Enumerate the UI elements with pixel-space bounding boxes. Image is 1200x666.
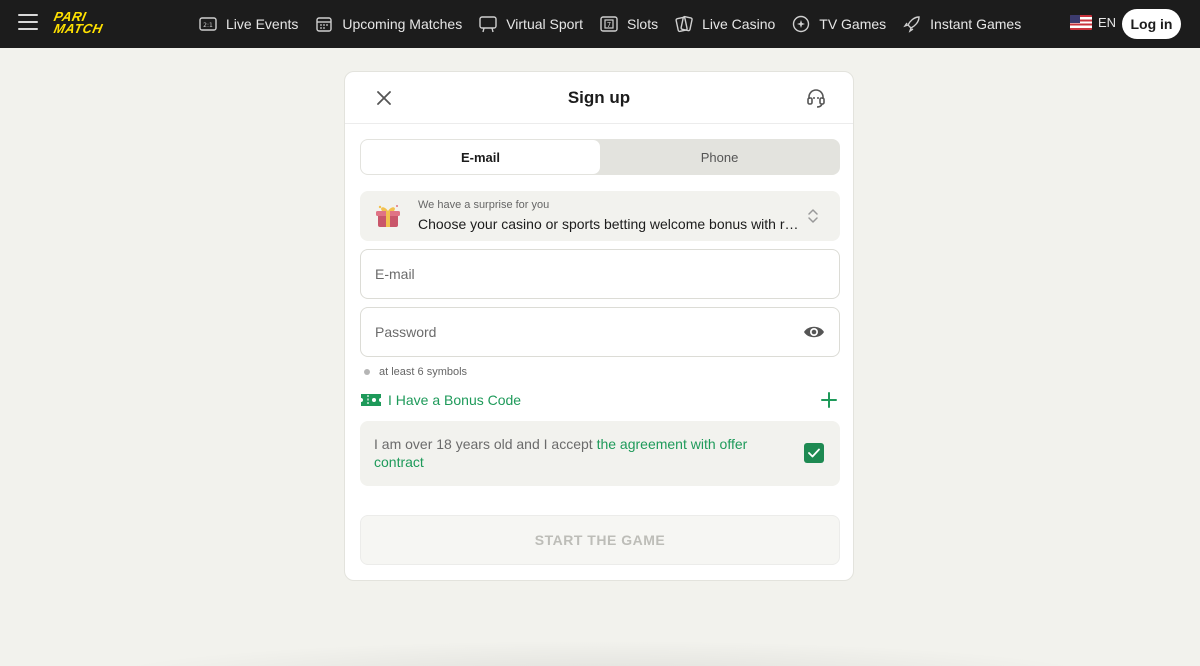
nav-virtual-sport[interactable]: Virtual Sport xyxy=(478,14,583,34)
checkmark-icon xyxy=(808,448,820,458)
modal-title: Sign up xyxy=(567,88,631,107)
gift-box-icon xyxy=(376,205,400,227)
main-nav: 2:1 Live Events Upcoming Matches Virtual… xyxy=(198,0,1037,48)
svg-text:2:1: 2:1 xyxy=(203,22,213,29)
bonus-caption: We have a surprise for you xyxy=(418,199,550,211)
top-navigation-bar: PARI MATCH 2:1 Live Events Upcoming Matc… xyxy=(0,0,1200,48)
email-input[interactable] xyxy=(361,250,781,298)
virtual-sport-icon xyxy=(479,16,497,33)
tab-email[interactable]: E-mail xyxy=(361,140,600,174)
eye-icon[interactable] xyxy=(803,323,825,341)
password-field-wrapper xyxy=(360,307,840,357)
support-headset-icon[interactable] xyxy=(805,87,827,109)
bonus-code-label: I Have a Bonus Code xyxy=(388,392,522,408)
start-game-button[interactable]: START THE GAME xyxy=(360,515,840,565)
email-field-wrapper xyxy=(360,249,840,299)
nav-live-casino[interactable]: Live Casino xyxy=(674,14,775,34)
calendar-icon xyxy=(316,17,333,32)
password-input[interactable] xyxy=(361,308,781,356)
bottom-shadow xyxy=(80,640,1120,666)
modal-header: Sign up xyxy=(345,72,853,124)
slots-icon: 7 xyxy=(600,16,618,32)
language-selector[interactable]: EN xyxy=(1070,15,1116,30)
tv-games-icon xyxy=(793,15,810,33)
svg-text:7: 7 xyxy=(607,21,611,29)
nav-live-events[interactable]: 2:1 Live Events xyxy=(198,14,298,34)
signup-method-tabs: E-mail Phone xyxy=(360,139,840,175)
agreement-text: I am over 18 years old and I accept the … xyxy=(374,436,748,470)
rocket-icon xyxy=(903,16,920,33)
bonus-description: Choose your casino or sports betting wel… xyxy=(418,216,806,232)
signup-modal: Sign up E-mail Phone We have a surprise … xyxy=(344,71,854,581)
cards-icon xyxy=(675,15,693,33)
age-agreement-box: I am over 18 years old and I accept the … xyxy=(360,421,840,486)
welcome-bonus-selector[interactable]: We have a surprise for you Choose your c… xyxy=(360,191,840,241)
ticket-icon xyxy=(361,394,381,406)
nav-instant-games[interactable]: Instant Games xyxy=(902,14,1021,34)
live-events-icon: 2:1 xyxy=(199,17,217,31)
agreement-checkbox[interactable] xyxy=(804,443,824,463)
nav-tv-games[interactable]: TV Games xyxy=(791,14,886,34)
password-requirement: at least 6 symbols xyxy=(364,366,467,378)
us-flag-icon xyxy=(1070,15,1092,30)
chevron-up-down-icon xyxy=(808,209,818,223)
bonus-code-toggle[interactable]: I Have a Bonus Code xyxy=(360,389,840,411)
plus-icon[interactable] xyxy=(818,391,840,409)
nav-upcoming-matches[interactable]: Upcoming Matches xyxy=(314,14,462,34)
brand-logo[interactable]: PARI MATCH xyxy=(53,9,128,37)
requirement-bullet xyxy=(364,369,370,375)
tab-phone[interactable]: Phone xyxy=(600,140,839,174)
menu-icon[interactable] xyxy=(18,14,38,32)
nav-slots[interactable]: 7 Slots xyxy=(599,14,658,34)
login-button[interactable]: Log in xyxy=(1122,9,1181,39)
